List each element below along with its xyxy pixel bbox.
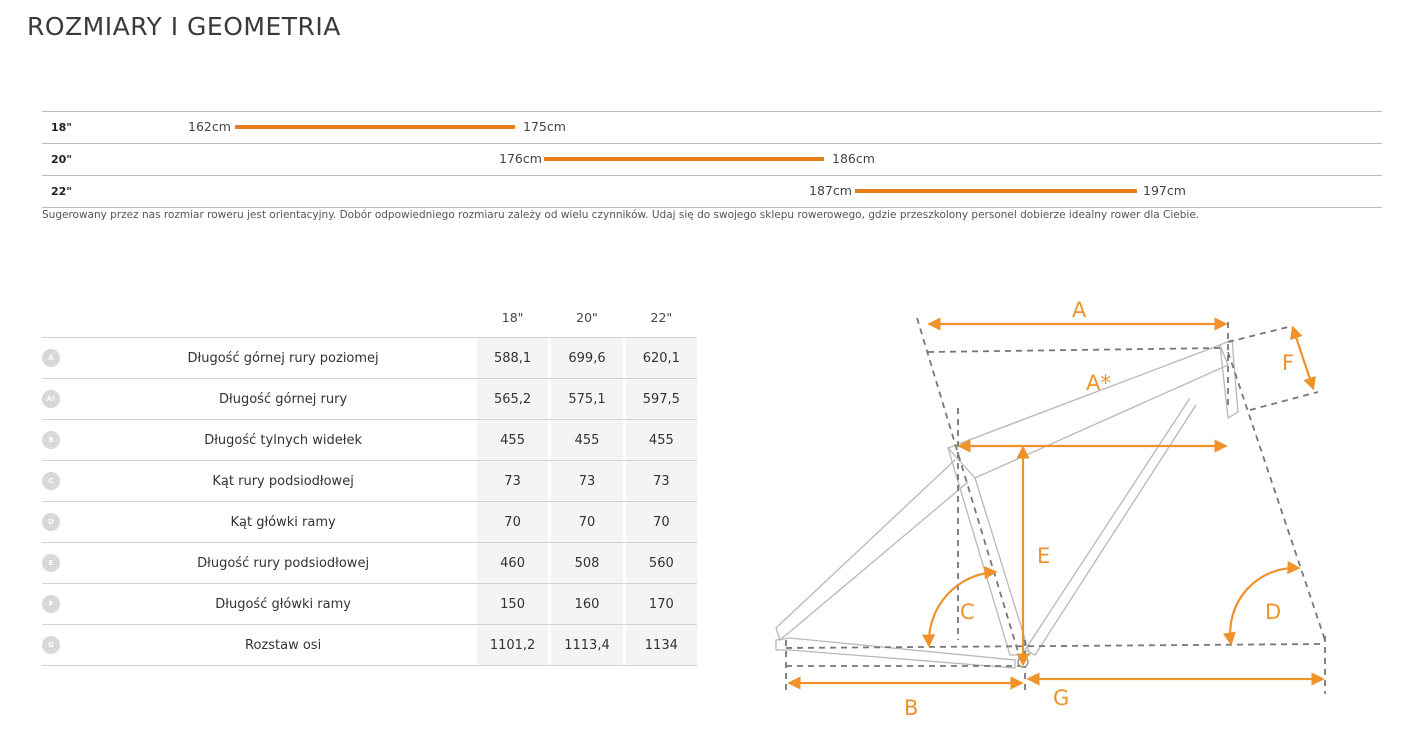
table-row: F Długość główki ramy 150 160 170 [42, 583, 697, 625]
size-row-22: 22" 187cm 197cm [42, 175, 1382, 208]
column-header-20: 20" [576, 310, 598, 325]
row-label: Długość tylnych widełek [89, 419, 477, 461]
row-badge: E [42, 554, 60, 572]
row-badge: D [42, 513, 60, 531]
size-row-18: 18" 162cm 175cm [42, 111, 1382, 143]
value-22: 73 [625, 460, 697, 502]
value-20: 508 [551, 542, 623, 584]
size-chart: 18" 162cm 175cm 20" 176cm 186cm 22" 187c… [42, 111, 1382, 208]
value-20: 73 [551, 460, 623, 502]
value-18: 1101,2 [476, 624, 549, 666]
table-header-row: 18" 20" 22" [42, 298, 697, 338]
value-22: 1134 [625, 624, 697, 666]
table-row: B Długość tylnych widełek 455 455 455 [42, 419, 697, 461]
dimension-label-f: F [1282, 351, 1294, 375]
row-label: Rozstaw osi [89, 624, 477, 666]
value-22: 70 [625, 501, 697, 543]
dimension-label-a-star: A* [1086, 371, 1111, 395]
row-badge: A* [42, 390, 60, 408]
value-18: 460 [476, 542, 549, 584]
row-badge: G [42, 636, 60, 654]
value-18: 565,2 [476, 378, 549, 420]
height-max: 175cm [523, 119, 566, 134]
bike-frame [775, 339, 1239, 669]
row-badge: B [42, 431, 60, 449]
table-row: A* Długość górnej rury 565,2 575,1 597,5 [42, 378, 697, 420]
value-20: 455 [551, 419, 623, 461]
value-18: 73 [476, 460, 549, 502]
dimension-label-g: G [1053, 686, 1069, 710]
height-min: 187cm [809, 183, 852, 198]
value-22: 597,5 [625, 378, 697, 420]
value-20: 1113,4 [551, 624, 623, 666]
value-18: 70 [476, 501, 549, 543]
value-22: 620,1 [625, 337, 697, 379]
dimension-label-e: E [1037, 544, 1050, 568]
row-label: Kąt główki ramy [89, 501, 477, 543]
size-label: 22" [51, 185, 73, 198]
value-18: 150 [476, 583, 549, 625]
size-row-20: 20" 176cm 186cm [42, 143, 1382, 175]
height-range-bar [855, 189, 1137, 193]
row-badge: C [42, 472, 60, 490]
size-label: 20" [51, 153, 73, 166]
value-18: 588,1 [476, 337, 549, 379]
height-range-bar [235, 125, 515, 129]
dimension-f-arrow [1290, 325, 1316, 391]
table-row: E Długość rury podsiodłowej 460 508 560 [42, 542, 697, 584]
height-min: 162cm [188, 119, 231, 134]
value-22: 455 [625, 419, 697, 461]
reference-lines [785, 317, 1326, 694]
frame-geometry-diagram: A A* E F C D B G [775, 298, 1326, 720]
value-22: 170 [625, 583, 697, 625]
row-badge: F [42, 595, 60, 613]
geometry-table: 18" 20" 22" A Długość górnej rury poziom… [42, 298, 697, 666]
column-header-22: 22" [650, 310, 673, 325]
row-label: Długość główki ramy [89, 583, 477, 625]
row-badge: A [42, 349, 60, 367]
value-20: 160 [551, 583, 623, 625]
row-label: Długość rury podsiodłowej [89, 542, 477, 584]
dimension-label-b: B [904, 696, 918, 720]
page-title: ROZMIARY I GEOMETRIA [27, 12, 341, 41]
value-20: 575,1 [551, 378, 623, 420]
row-label: Długość górnej rury [89, 378, 477, 420]
table-row: A Długość górnej rury poziomej 588,1 699… [42, 337, 697, 379]
value-18: 455 [476, 419, 549, 461]
table-row: G Rozstaw osi 1101,2 1113,4 1134 [42, 624, 697, 666]
row-label: Długość górnej rury poziomej [89, 337, 477, 379]
measurement-arrows [787, 317, 1325, 690]
dimension-label-d: D [1265, 600, 1281, 624]
value-20: 70 [551, 501, 623, 543]
size-label: 18" [51, 121, 73, 134]
row-label: Kąt rury podsiodłowej [89, 460, 477, 502]
table-row: D Kąt główki ramy 70 70 70 [42, 501, 697, 543]
size-disclaimer: Sugerowany przez nas rozmiar roweru jest… [42, 209, 1200, 221]
column-header-18: 18" [501, 310, 524, 325]
dimension-label-a: A [1072, 298, 1087, 322]
table-row: C Kąt rury podsiodłowej 73 73 73 [42, 460, 697, 502]
height-min: 176cm [499, 151, 542, 166]
value-20: 699,6 [551, 337, 623, 379]
height-max: 186cm [832, 151, 875, 166]
height-range-bar [544, 157, 824, 161]
value-22: 560 [625, 542, 697, 584]
dimension-label-c: C [960, 600, 975, 624]
height-max: 197cm [1143, 183, 1186, 198]
